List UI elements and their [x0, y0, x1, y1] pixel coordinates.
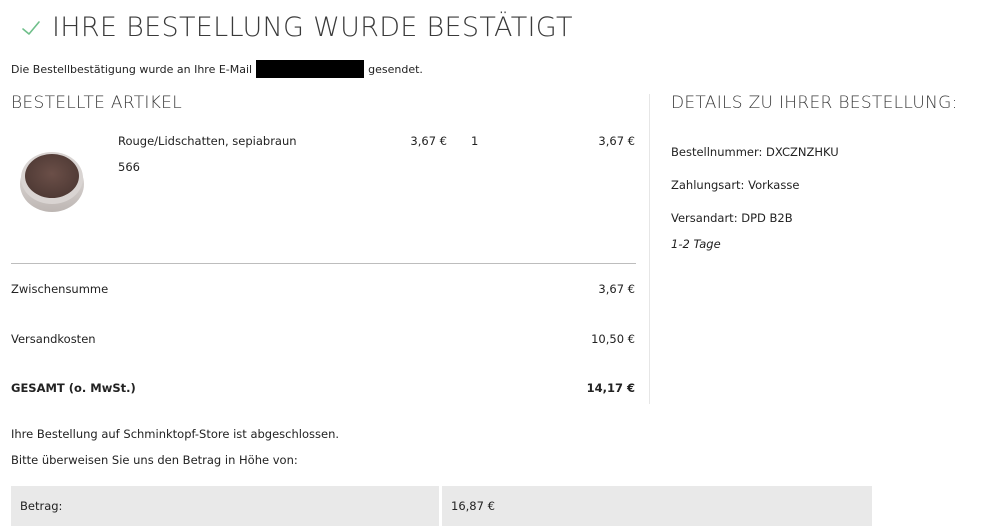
product-unit-price: 3,67 € — [410, 134, 447, 148]
shipping-label: Versandkosten — [11, 332, 96, 346]
confirmation-suffix: gesendet. — [368, 62, 423, 76]
product-line-total: 3,67 € — [598, 134, 635, 148]
page-title: IHRE BESTELLUNG WURDE BESTÄTIGT — [52, 12, 573, 43]
payment-method: Zahlungsart: Vorkasse — [671, 178, 800, 192]
amount-value-cell: 16,87 € — [442, 486, 872, 526]
redacted-email — [256, 60, 365, 78]
confirmation-prefix: Die Bestellbestätigung wurde an Ihre E-M… — [11, 62, 253, 76]
total-value: 14,17 € — [586, 381, 635, 395]
product-name[interactable]: Rouge/Lidschatten, sepiabraun — [118, 134, 297, 148]
shipping-value: 10,50 € — [591, 332, 635, 346]
confirmation-header: IHRE BESTELLUNG WURDE BESTÄTIGT — [20, 12, 573, 43]
subtotal-label: Zwischensumme — [11, 282, 109, 296]
product-sku: 566 — [118, 160, 140, 174]
total-label: GESAMT (o. MwSt.) — [11, 381, 136, 395]
payment-amount-row: Betrag: 16,87 € — [11, 486, 872, 526]
subtotal-value: 3,67 € — [598, 282, 635, 296]
transfer-instruction-text: Bitte überweisen Sie uns den Betrag in H… — [11, 453, 298, 467]
shipping-method: Versandart: DPD B2B — [671, 211, 793, 225]
product-quantity: 1 — [471, 134, 479, 148]
email-confirmation-text: Die Bestellbestätigung wurde an Ihre E-M… — [11, 60, 423, 78]
items-divider — [11, 263, 636, 264]
check-icon — [22, 20, 40, 35]
delivery-time: 1-2 Tage — [671, 237, 721, 251]
amount-value: 16,87 € — [451, 499, 495, 513]
ordered-items-title: BESTELLTE ARTIKEL — [11, 93, 182, 113]
amount-label: Betrag: — [20, 499, 63, 513]
order-details-title: DETAILS ZU IHRER BESTELLUNG: — [671, 93, 958, 113]
product-thumbnail[interactable] — [18, 146, 86, 214]
order-completed-text: Ihre Bestellung auf Schminktopf-Store is… — [11, 427, 340, 441]
amount-label-cell: Betrag: — [11, 486, 439, 526]
order-number: Bestellnummer: DXCZNZHKU — [671, 145, 839, 159]
column-divider — [649, 94, 650, 404]
order-confirmation-page: IHRE BESTELLUNG WURDE BESTÄTIGT Die Best… — [0, 0, 1000, 530]
